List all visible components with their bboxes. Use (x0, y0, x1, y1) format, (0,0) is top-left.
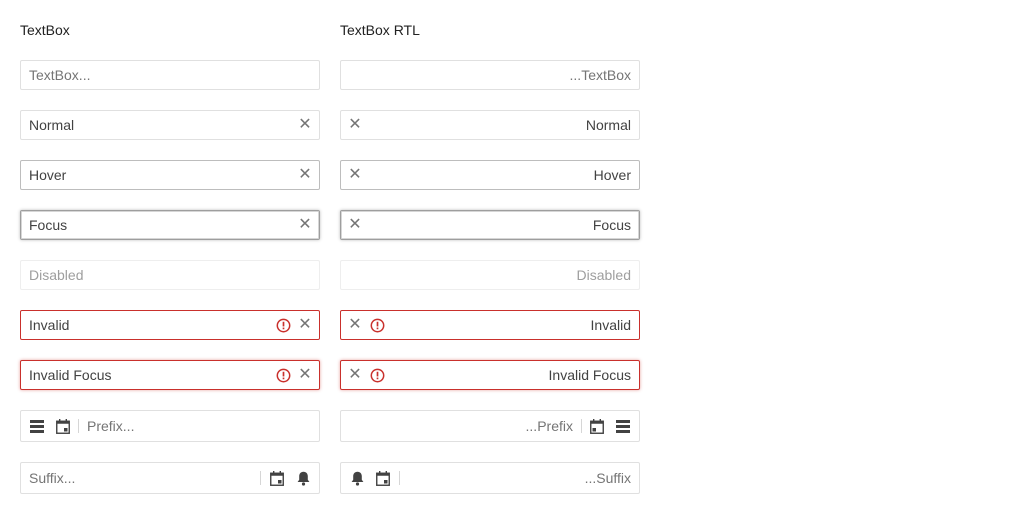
textbox-invalid[interactable]: Invalid ✕ (20, 310, 320, 340)
calendar-icon (55, 418, 71, 434)
textbox-placeholder: TextBox... (29, 67, 91, 83)
textbox-value: Invalid (590, 317, 631, 333)
textbox-placeholder: ...TextBox (569, 67, 631, 83)
textbox-value: Hover (29, 167, 67, 183)
textbox-placeholder: ...Suffix (584, 470, 631, 486)
textbox-value: Focus (29, 217, 68, 233)
exclamation-circle-icon (369, 367, 385, 383)
textbox-value: Disabled (29, 267, 84, 283)
calendar-icon (375, 470, 391, 486)
exclamation-circle-icon (275, 317, 291, 333)
textbox-disabled: Disabled (20, 260, 320, 290)
textbox-value: Invalid Focus (29, 367, 112, 383)
textbox-normal[interactable]: Normal ✕ (20, 110, 320, 140)
ltr-heading: TextBox (20, 22, 70, 38)
close-icon[interactable]: ✕ (347, 167, 363, 183)
close-icon[interactable]: ✕ (297, 367, 313, 383)
close-icon[interactable]: ✕ (297, 167, 313, 183)
rtl-heading: TextBox RTL (340, 22, 420, 38)
textbox-empty[interactable]: TextBox... (20, 60, 320, 90)
affix-separator (260, 471, 261, 485)
affix-separator (581, 419, 582, 433)
close-icon[interactable]: ✕ (347, 217, 363, 233)
bell-icon (295, 470, 311, 486)
close-icon[interactable]: ✕ (297, 317, 313, 333)
affix-separator (78, 419, 79, 433)
close-icon[interactable]: ✕ (297, 217, 313, 233)
textbox-prefix[interactable]: Prefix... (20, 410, 320, 442)
textbox-rtl-empty[interactable]: ...TextBox (340, 60, 640, 90)
calendar-icon (269, 470, 285, 486)
exclamation-circle-icon (275, 367, 291, 383)
textbox-rtl-invalid-focus[interactable]: Invalid Focus ✕ (340, 360, 640, 390)
close-icon[interactable]: ✕ (347, 367, 363, 383)
calendar-icon (589, 418, 605, 434)
textbox-rtl-suffix[interactable]: ...Suffix (340, 462, 640, 494)
close-icon[interactable]: ✕ (347, 117, 363, 133)
bell-icon (349, 470, 365, 486)
textbox-rtl-disabled: Disabled (340, 260, 640, 290)
textbox-value: Disabled (576, 267, 631, 283)
textbox-placeholder: ...Prefix (525, 418, 573, 434)
close-icon[interactable]: ✕ (347, 317, 363, 333)
textbox-invalid-focus[interactable]: Invalid Focus ✕ (20, 360, 320, 390)
textbox-rtl-normal[interactable]: Normal ✕ (340, 110, 640, 140)
textbox-rtl-invalid[interactable]: Invalid ✕ (340, 310, 640, 340)
textbox-suffix[interactable]: Suffix... (20, 462, 320, 494)
textbox-value: Normal (585, 117, 631, 133)
exclamation-circle-icon (369, 317, 385, 333)
textbox-hover[interactable]: Hover ✕ (20, 160, 320, 190)
close-icon[interactable]: ✕ (297, 117, 313, 133)
textbox-placeholder: Prefix... (87, 418, 135, 434)
textbox-placeholder: Suffix... (29, 470, 76, 486)
textbox-rtl-prefix[interactable]: ...Prefix (340, 410, 640, 442)
textbox-rtl-hover[interactable]: Hover ✕ (340, 160, 640, 190)
textbox-value: Normal (29, 117, 75, 133)
textbox-value: Invalid (29, 317, 70, 333)
textbox-value: Hover (593, 167, 631, 183)
menu-icon (29, 418, 45, 434)
menu-icon (615, 418, 631, 434)
textbox-value: Invalid Focus (548, 367, 631, 383)
textbox-focus[interactable]: Focus ✕ (20, 210, 320, 240)
textbox-rtl-focus[interactable]: Focus ✕ (340, 210, 640, 240)
textbox-value: Focus (592, 217, 631, 233)
